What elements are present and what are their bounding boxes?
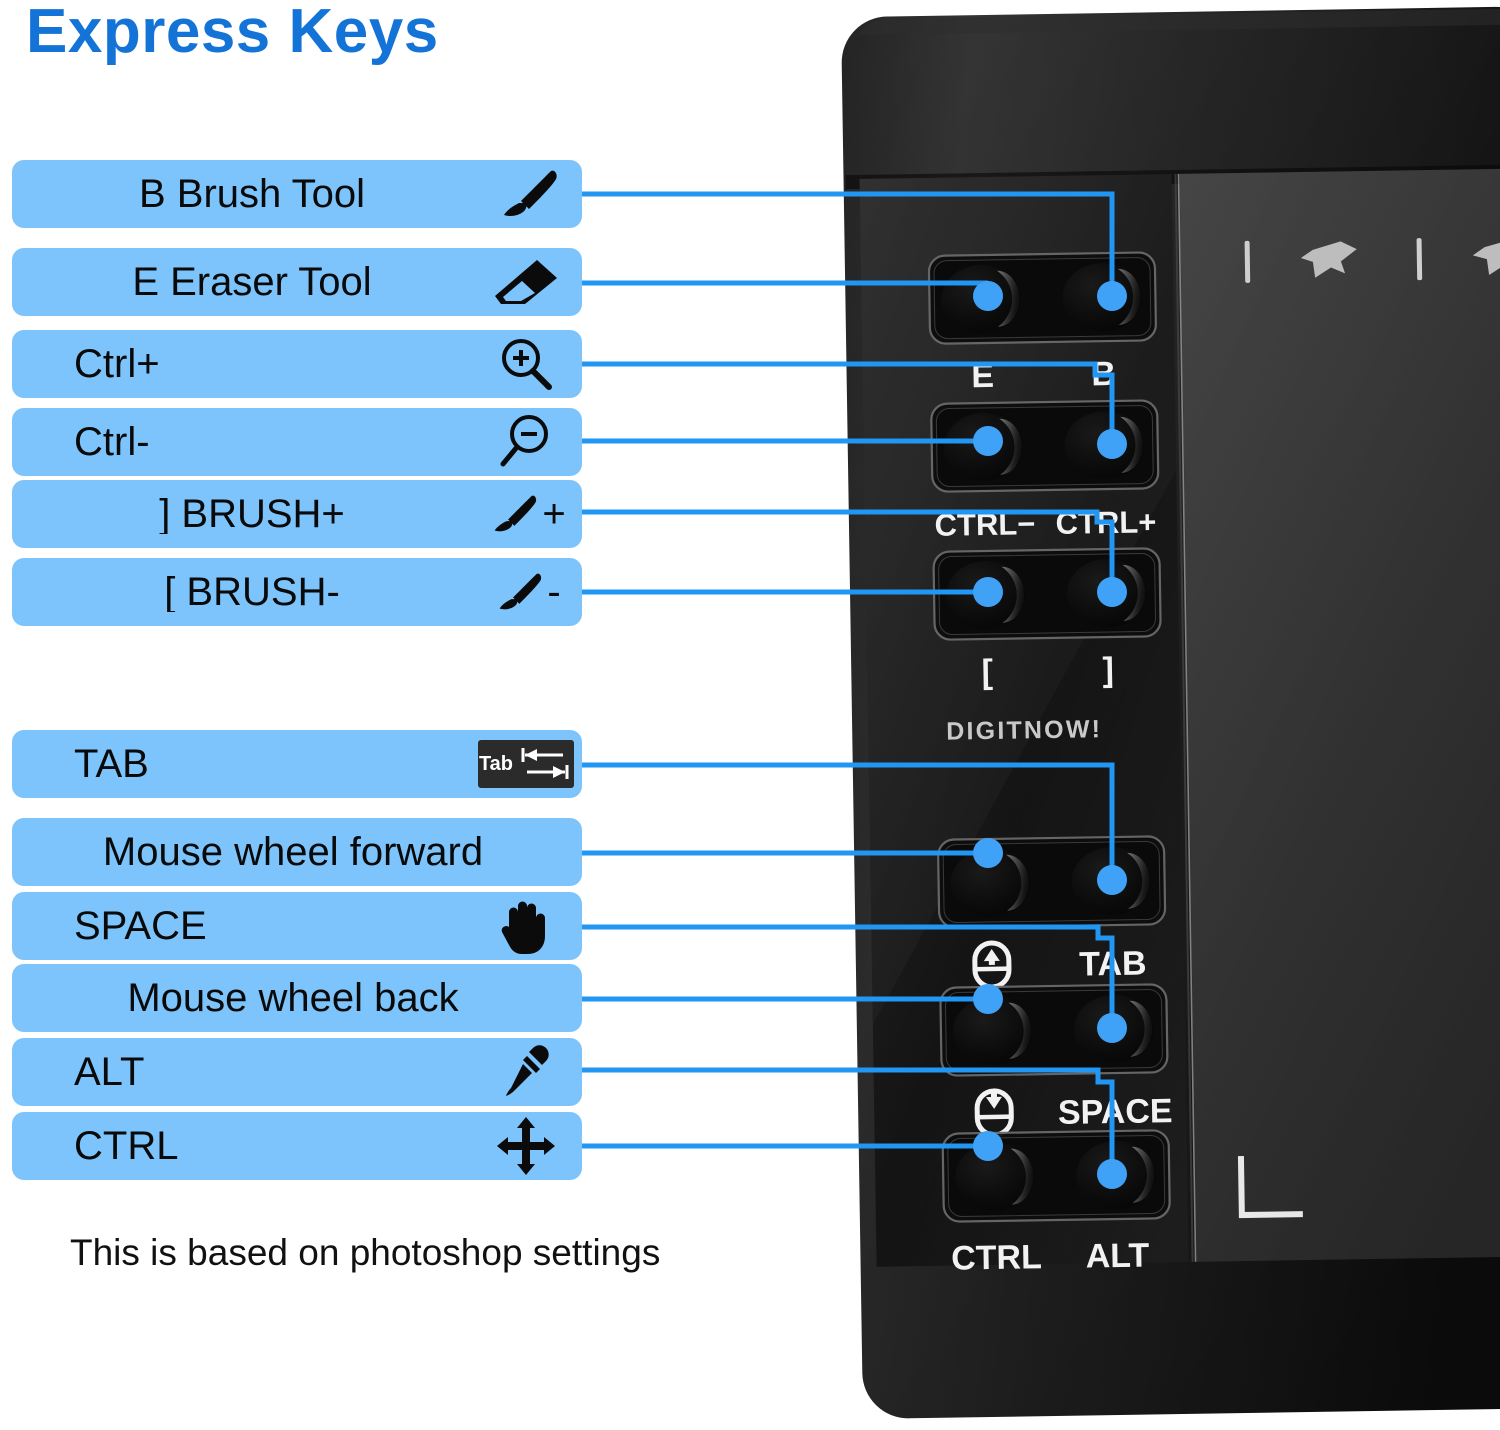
zoom-in-icon: [470, 330, 582, 398]
label-text: CTRL: [74, 1126, 179, 1166]
label-pill-brush-plus[interactable]: ] BRUSH+ +: [12, 480, 582, 548]
label-text: [ BRUSH-: [164, 572, 340, 612]
label-pill-ctrl-plus[interactable]: Ctrl+: [12, 330, 582, 398]
brush-minus-icon: -: [470, 558, 582, 626]
eraser-icon: [470, 248, 582, 316]
label-text: TAB: [74, 744, 149, 784]
page-title: Express Keys: [26, 0, 439, 66]
brush-icon: [470, 160, 582, 228]
key-label-bracket-close: ]: [1102, 651, 1114, 689]
eyedropper-icon: [470, 1038, 582, 1106]
label-pill-brush-minus[interactable]: [ BRUSH- -: [12, 558, 582, 626]
label-pill-ctrl[interactable]: CTRL: [12, 1112, 582, 1180]
key-label-ctrl-plus: CTRL+: [1055, 504, 1156, 541]
label-pill-ctrl-minus[interactable]: Ctrl-: [12, 408, 582, 476]
zoom-out-icon: [470, 408, 582, 476]
tab-key-label: Tab: [478, 753, 514, 775]
label-text: SPACE: [74, 906, 207, 946]
label-pill-tab[interactable]: TAB Tab: [12, 730, 582, 798]
key-label-space: SPACE: [1058, 1092, 1173, 1132]
label-pill-alt[interactable]: ALT: [12, 1038, 582, 1106]
label-text: ] BRUSH+: [159, 494, 345, 534]
device-brand: DIGITNOW!: [946, 715, 1102, 745]
label-text: B Brush Tool: [138, 174, 366, 214]
hand-icon: [470, 892, 582, 960]
footnote-text: This is based on photoshop settings: [70, 1232, 661, 1273]
infographic-canvas: Express Keys B Brush Tool E Eraser Tool …: [0, 0, 1500, 1430]
move-icon: [470, 1112, 582, 1180]
label-pill-brush-tool[interactable]: B Brush Tool: [12, 160, 582, 228]
brush-plus-icon: +: [470, 480, 582, 548]
label-pill-mouse-wheel-back[interactable]: Mouse wheel back: [12, 964, 582, 1032]
label-text: Ctrl+: [74, 344, 160, 384]
graphics-tablet-device: DIGITNOW! E B CTRL− CTRL+ [] TAB SPACE …: [828, 0, 1500, 1430]
label-pill-eraser-tool[interactable]: E Eraser Tool: [12, 248, 582, 316]
label-text: E Eraser Tool: [132, 262, 372, 302]
label-text: Ctrl-: [74, 422, 150, 462]
brush-suffix: +: [542, 492, 566, 536]
key-label-ctrl: CTRL: [951, 1238, 1042, 1277]
label-pill-mouse-wheel-forward[interactable]: Mouse wheel forward: [12, 818, 582, 886]
key-label-tab: TAB: [1079, 945, 1147, 984]
label-pill-space[interactable]: SPACE: [12, 892, 582, 960]
label-text: Mouse wheel back: [127, 978, 459, 1018]
label-text: ALT: [74, 1052, 145, 1092]
key-label-ctrl-minus: CTRL−: [934, 506, 1035, 543]
tab-key-icon: Tab: [470, 730, 582, 798]
key-label-e: E: [971, 357, 994, 395]
key-label-bracket-open: [: [981, 653, 993, 691]
key-label-alt: ALT: [1085, 1237, 1149, 1276]
key-label-b: B: [1091, 355, 1116, 393]
brush-suffix: -: [547, 570, 561, 614]
label-text: Mouse wheel forward: [102, 832, 484, 872]
